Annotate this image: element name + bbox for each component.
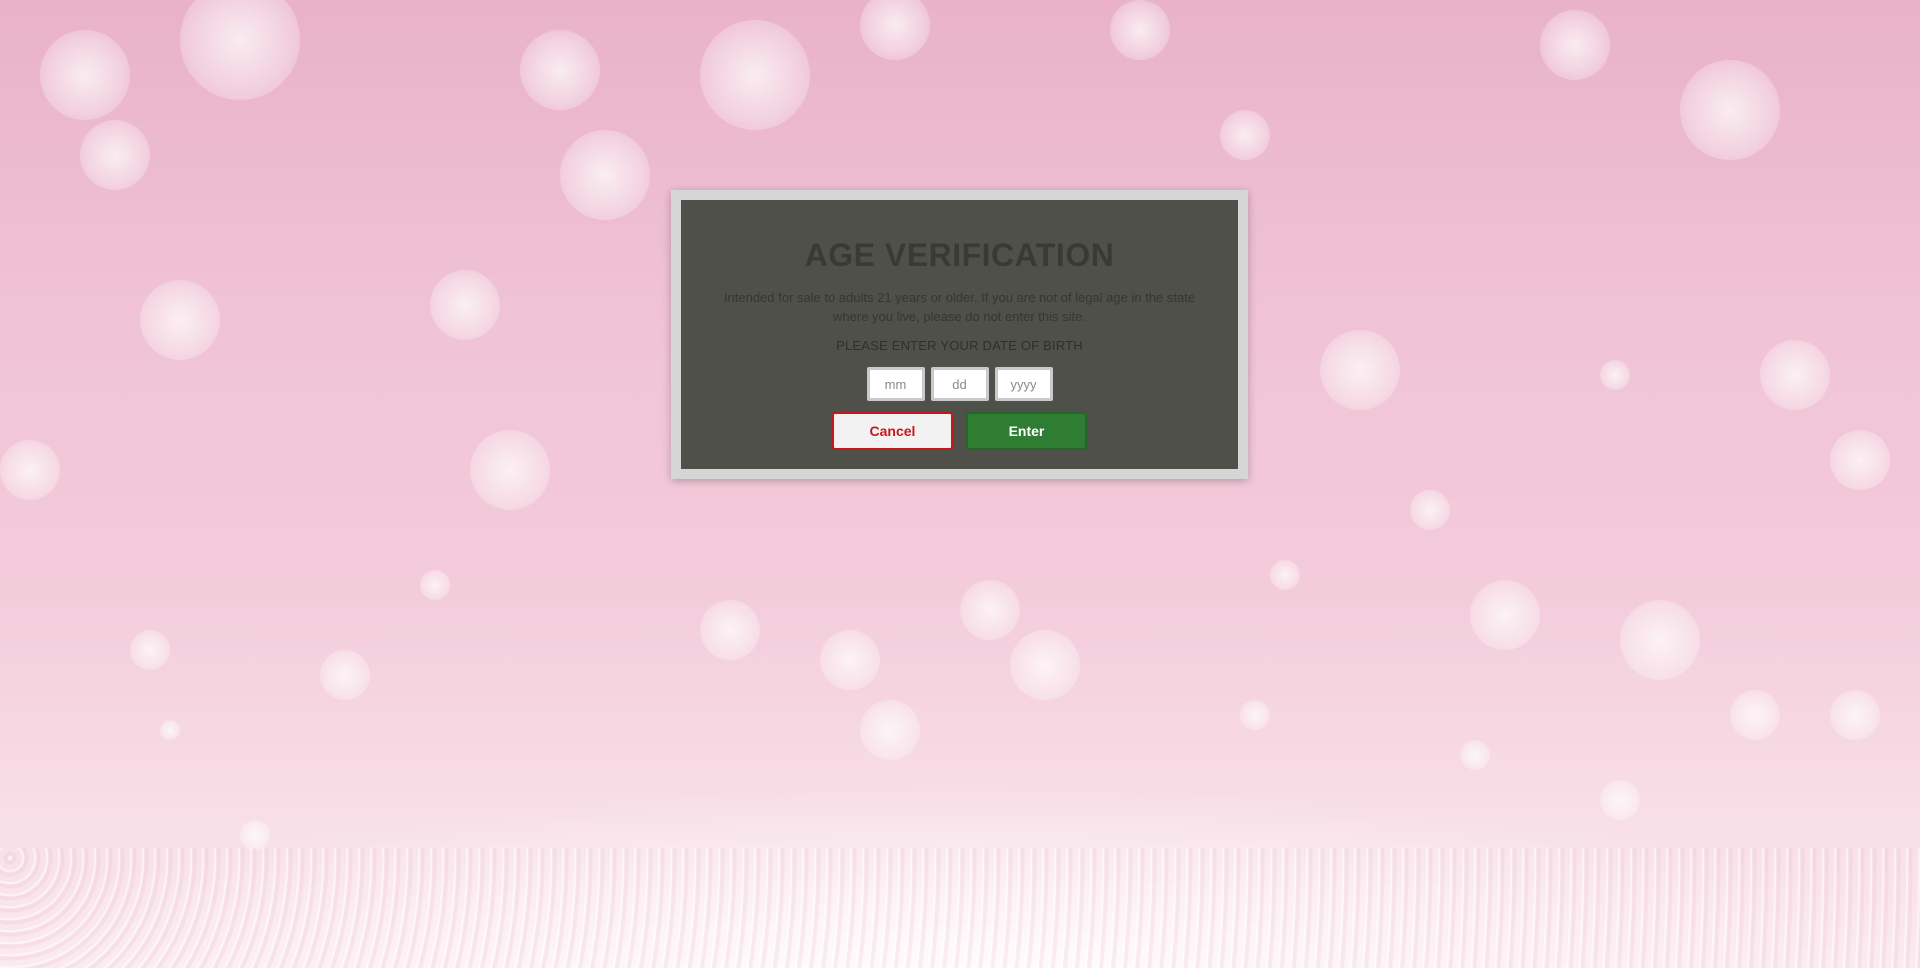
background-bokeh [0, 0, 1920, 968]
day-input[interactable] [930, 367, 989, 401]
age-verification-dialog: AGE VERIFICATION Intended for sale to ad… [671, 190, 1248, 479]
cancel-button[interactable]: Cancel [832, 412, 953, 450]
dob-fields [681, 367, 1238, 401]
dialog-description: Intended for sale to adults 21 years or … [723, 290, 1196, 324]
month-input[interactable] [866, 367, 925, 401]
dob-prompt: PLEASE ENTER YOUR DATE OF BIRTH [836, 338, 1083, 353]
enter-button[interactable]: Enter [966, 412, 1087, 450]
dialog-actions: Cancel Enter [681, 412, 1238, 450]
year-input[interactable] [994, 367, 1053, 401]
dialog-title: AGE VERIFICATION [804, 237, 1115, 273]
age-verification-panel: AGE VERIFICATION Intended for sale to ad… [681, 200, 1238, 469]
background-glitter [0, 848, 1920, 968]
